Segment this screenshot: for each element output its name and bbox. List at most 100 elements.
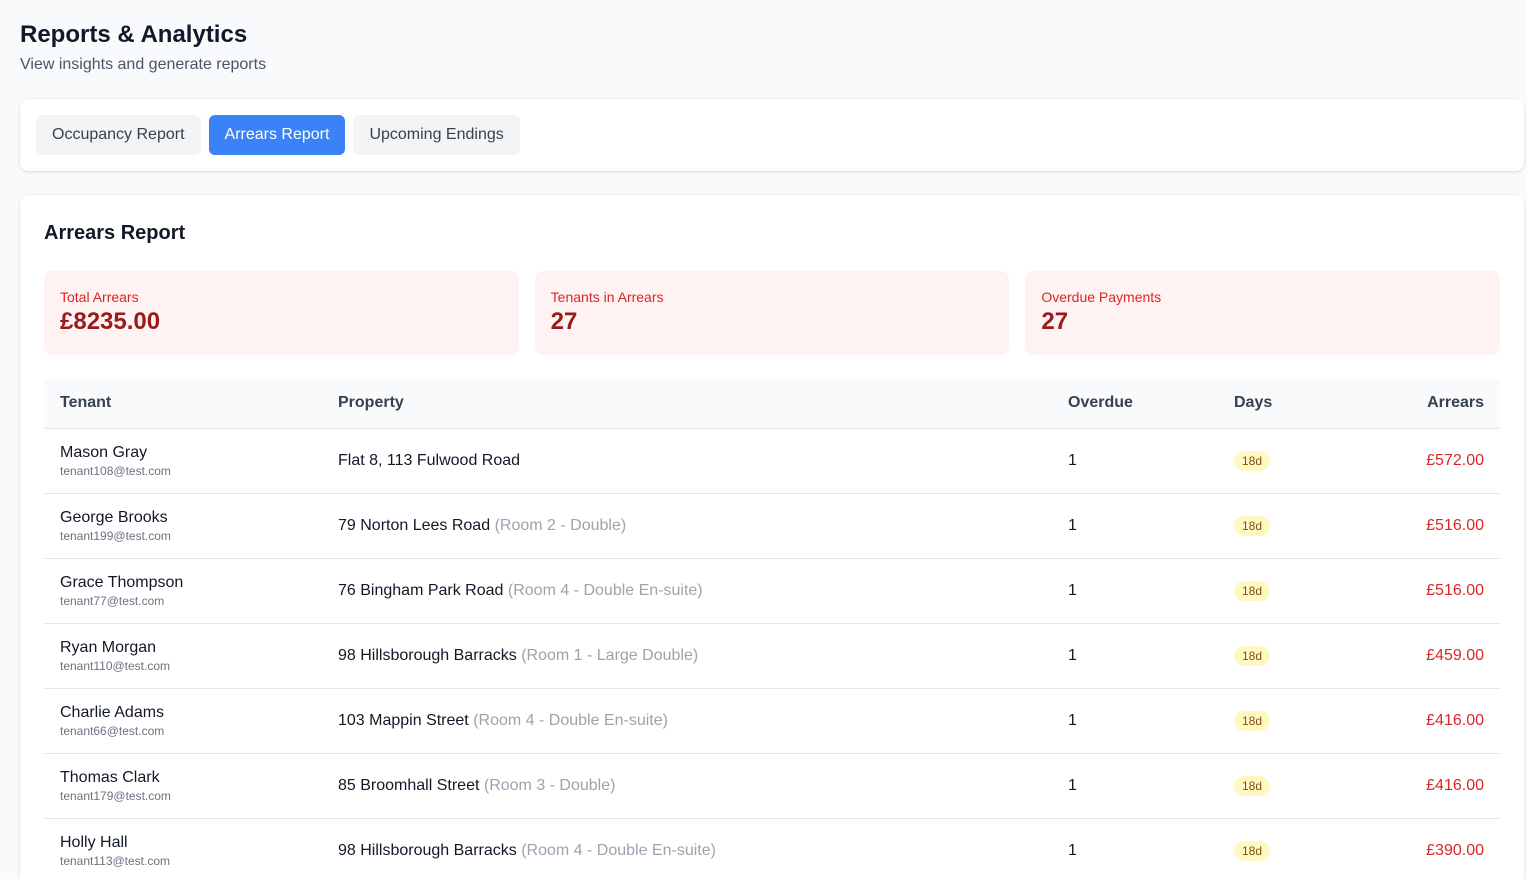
overdue-cell: 1 xyxy=(1052,818,1218,879)
property-address: 79 Norton Lees Road xyxy=(338,516,491,534)
tenant-email: tenant199@test.com xyxy=(60,528,171,543)
property-cell: 98 Hillsborough Barracks (Room 4 - Doubl… xyxy=(322,818,1052,879)
stat-value: 27 xyxy=(550,308,578,335)
report-tabs: Occupancy Report Arrears Report Upcoming… xyxy=(20,99,1524,171)
property-cell: 103 Mappin Street (Room 4 - Double En-su… xyxy=(322,688,1052,754)
column-header-property: Property xyxy=(322,379,1052,429)
overdue-cell: 1 xyxy=(1052,753,1218,819)
tenant-name: Mason Gray xyxy=(60,443,148,461)
room-detail: (Room 4 - Double En-suite) xyxy=(521,841,716,859)
page-title: Reports & Analytics xyxy=(20,21,248,48)
tenant-name: Holly Hall xyxy=(60,833,128,851)
tab-occupancy-report[interactable]: Occupancy Report xyxy=(36,115,201,155)
stat-label: Total Arrears xyxy=(60,289,139,305)
page-subtitle: View insights and generate reports xyxy=(20,56,267,73)
tenant-name: Thomas Clark xyxy=(60,768,160,786)
tenant-name: George Brooks xyxy=(60,508,168,526)
tenant-cell: Charlie Adams tenant66@test.com xyxy=(44,688,322,754)
tenant-email: tenant66@test.com xyxy=(60,723,165,738)
table-row[interactable]: Charlie Adams tenant66@test.com 103 Mapp… xyxy=(44,688,1500,754)
stat-value: £8235.00 xyxy=(60,308,161,335)
tenant-cell: Grace Thompson tenant77@test.com xyxy=(44,558,322,624)
table-header-row: Tenant Property Overdue Days Arrears xyxy=(44,379,1500,429)
days-cell: 18d xyxy=(1218,558,1358,624)
tenant-email: tenant77@test.com xyxy=(60,593,165,608)
tenant-cell: Ryan Morgan tenant110@test.com xyxy=(44,623,322,689)
tenant-email: tenant179@test.com xyxy=(60,788,171,803)
property-address: Flat 8, 113 Fulwood Road xyxy=(338,451,521,469)
overdue-cell: 1 xyxy=(1052,623,1218,689)
stat-label: Overdue Payments xyxy=(1041,289,1162,305)
days-badge: 18d xyxy=(1234,645,1271,666)
reports-page: Reports & Analytics View insights and ge… xyxy=(0,0,1527,879)
arrears-amount: £572.00 xyxy=(1358,428,1500,494)
column-header-arrears: Arrears xyxy=(1358,379,1500,429)
property-cell: 98 Hillsborough Barracks (Room 1 - Large… xyxy=(322,623,1052,689)
column-header-overdue: Overdue xyxy=(1052,379,1218,429)
days-badge: 18d xyxy=(1234,450,1271,471)
tenant-name: Grace Thompson xyxy=(60,573,184,591)
property-address: 76 Bingham Park Road xyxy=(338,581,504,599)
days-cell: 18d xyxy=(1218,623,1358,689)
property-address: 98 Hillsborough Barracks xyxy=(338,646,517,664)
arrears-amount: £390.00 xyxy=(1358,818,1500,879)
days-badge: 18d xyxy=(1234,710,1271,731)
tenant-email: tenant108@test.com xyxy=(60,463,171,478)
days-cell: 18d xyxy=(1218,688,1358,754)
table-row[interactable]: Ryan Morgan tenant110@test.com 98 Hillsb… xyxy=(44,623,1500,689)
stat-overdue-payments: Overdue Payments 27 xyxy=(1025,271,1501,355)
page-header: Reports & Analytics View insights and ge… xyxy=(20,20,266,76)
tenant-email: tenant110@test.com xyxy=(60,658,171,673)
stat-tenants-in-arrears: Tenants in Arrears 27 xyxy=(534,271,1010,355)
days-cell: 18d xyxy=(1218,428,1358,494)
stat-value: 27 xyxy=(1041,308,1069,335)
days-cell: 18d xyxy=(1218,818,1358,879)
column-header-tenant: Tenant xyxy=(44,379,322,429)
room-detail: (Room 1 - Large Double) xyxy=(521,646,699,664)
room-detail: (Room 4 - Double En-suite) xyxy=(507,581,703,599)
arrears-amount: £516.00 xyxy=(1358,558,1500,624)
days-badge: 18d xyxy=(1234,515,1271,536)
stat-total-arrears: Total Arrears £8235.00 xyxy=(44,271,519,355)
room-detail: (Room 2 - Double) xyxy=(494,516,627,534)
table-row[interactable]: George Brooks tenant199@test.com 79 Nort… xyxy=(44,493,1500,559)
room-detail: (Room 4 - Double En-suite) xyxy=(473,711,668,729)
property-cell: 76 Bingham Park Road (Room 4 - Double En… xyxy=(322,558,1052,624)
overdue-cell: 1 xyxy=(1052,493,1218,559)
days-cell: 18d xyxy=(1218,493,1358,559)
overdue-cell: 1 xyxy=(1052,428,1218,494)
property-address: 85 Broomhall Street xyxy=(338,776,480,794)
arrears-report-card: Arrears Report Total Arrears £8235.00 Te… xyxy=(20,195,1524,879)
report-title: Arrears Report xyxy=(44,222,186,244)
table-row[interactable]: Grace Thompson tenant77@test.com 76 Bing… xyxy=(44,558,1500,624)
tenant-cell: Holly Hall tenant113@test.com xyxy=(44,818,322,879)
overdue-cell: 1 xyxy=(1052,558,1218,624)
tenant-cell: Mason Gray tenant108@test.com xyxy=(44,428,322,494)
arrears-amount: £416.00 xyxy=(1358,688,1500,754)
stat-label: Tenants in Arrears xyxy=(550,289,664,305)
summary-stats: Total Arrears £8235.00 Tenants in Arrear… xyxy=(44,271,1501,355)
tenant-email: tenant113@test.com xyxy=(60,853,171,868)
room-detail: (Room 3 - Double) xyxy=(483,776,616,794)
days-cell: 18d xyxy=(1218,753,1358,819)
arrears-amount: £516.00 xyxy=(1358,493,1500,559)
tenant-name: Charlie Adams xyxy=(60,703,165,721)
days-badge: 18d xyxy=(1234,775,1271,796)
days-badge: 18d xyxy=(1234,580,1271,601)
table-row[interactable]: Holly Hall tenant113@test.com 98 Hillsbo… xyxy=(44,818,1500,879)
arrears-table: Tenant Property Overdue Days Arrears Mas… xyxy=(44,379,1500,879)
property-cell: 79 Norton Lees Road (Room 2 - Double) xyxy=(322,493,1052,559)
table-row[interactable]: Mason Gray tenant108@test.com Flat 8, 11… xyxy=(44,428,1500,494)
tenant-cell: Thomas Clark tenant179@test.com xyxy=(44,753,322,819)
column-header-days: Days xyxy=(1218,379,1358,429)
table-row[interactable]: Thomas Clark tenant179@test.com 85 Broom… xyxy=(44,753,1500,819)
property-address: 98 Hillsborough Barracks xyxy=(338,841,517,859)
arrears-amount: £459.00 xyxy=(1358,623,1500,689)
arrears-amount: £416.00 xyxy=(1358,753,1500,819)
property-cell: 85 Broomhall Street (Room 3 - Double) xyxy=(322,753,1052,819)
property-cell: Flat 8, 113 Fulwood Road xyxy=(322,428,1052,494)
tenant-name: Ryan Morgan xyxy=(60,638,157,656)
tab-arrears-report[interactable]: Arrears Report xyxy=(208,115,346,155)
tenant-cell: George Brooks tenant199@test.com xyxy=(44,493,322,559)
tab-upcoming-endings[interactable]: Upcoming Endings xyxy=(353,115,520,155)
